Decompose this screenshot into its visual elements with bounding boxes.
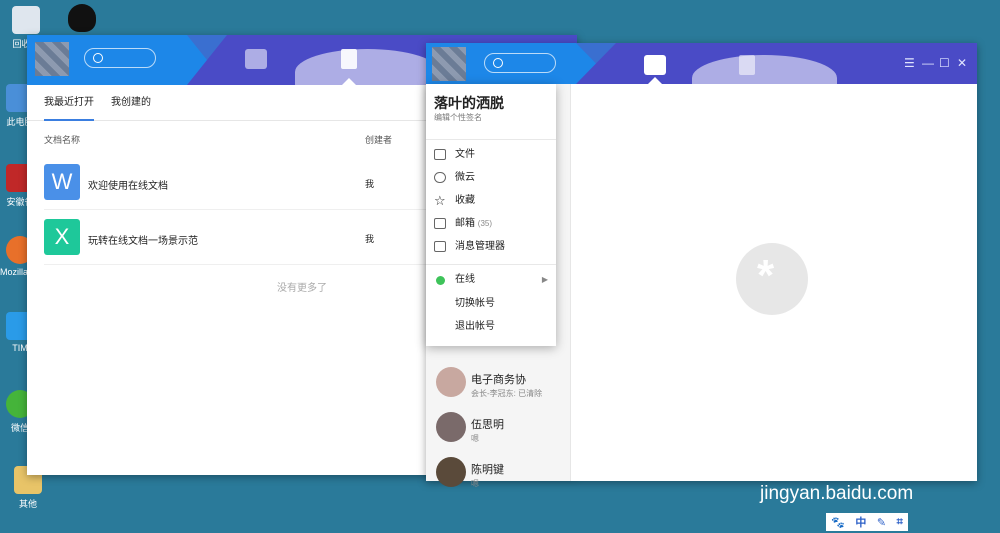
divider: [426, 264, 556, 265]
tim-window-header: ☰ — ☐ ✕: [426, 43, 977, 84]
contact-name: 伍思明: [471, 419, 504, 431]
chat-tab-icon[interactable]: [245, 49, 267, 69]
desktop-icon-qq[interactable]: [62, 4, 102, 35]
menu-item-switch-account[interactable]: 切换帐号: [434, 294, 552, 314]
paw-icon[interactable]: 🐾: [831, 516, 845, 529]
profile-username: 落叶的洒脱: [434, 95, 504, 111]
maximize-button[interactable]: ☐: [939, 56, 950, 70]
close-button[interactable]: ✕: [957, 56, 967, 70]
contact-name: 陈明键: [471, 464, 504, 476]
search-input[interactable]: [84, 48, 156, 68]
list-item[interactable]: 伍思明 嗯: [426, 407, 571, 453]
doc-name: 欢迎使用在线文档: [88, 181, 168, 192]
folder-icon: [434, 149, 446, 160]
edit-signature-link[interactable]: 编辑个性签名: [434, 112, 482, 123]
menu-item-status[interactable]: 在线 ▶: [434, 270, 552, 290]
profile-menu: 落叶的洒脱 编辑个性签名 文件 微云 ☆ 收藏 邮箱 (35) 消息管理器 在线…: [426, 84, 556, 346]
divider: [426, 139, 556, 140]
user-avatar[interactable]: [35, 42, 69, 76]
excel-doc-icon: X: [44, 219, 80, 255]
menu-item-weiyun[interactable]: 微云: [434, 168, 552, 188]
mail-count: (35): [477, 219, 493, 228]
menu-item-logout[interactable]: 退出帐号: [434, 317, 552, 337]
menu-item-favorites[interactable]: ☆ 收藏: [434, 191, 552, 211]
search-icon: [93, 53, 103, 63]
menu-icon[interactable]: ☰: [904, 56, 915, 70]
contact-name: 电子商务协: [471, 374, 526, 386]
star-icon: ☆: [434, 193, 446, 208]
minimize-button[interactable]: —: [922, 56, 934, 70]
online-status-icon: [436, 276, 445, 285]
document-tab-icon[interactable]: [739, 55, 755, 75]
chat-tab-icon[interactable]: [644, 55, 666, 75]
doc-name: 玩转在线文档一场景示范: [88, 236, 198, 247]
mail-icon: [434, 218, 446, 229]
column-owner: 创建者: [365, 135, 393, 145]
tab-recent[interactable]: 我最近打开: [44, 85, 94, 121]
avatar: [436, 367, 466, 397]
search-icon: [493, 58, 503, 68]
list-item[interactable]: 电子商务协 会长-李冠东: 已清除: [426, 362, 571, 408]
tab-created[interactable]: 我创建的: [111, 85, 151, 121]
watermark-url: jingyan.baidu.com: [760, 483, 914, 504]
menu-item-files[interactable]: 文件: [434, 145, 552, 165]
document-tab-icon[interactable]: [341, 49, 357, 69]
contact-last-message: 会长-李冠东: 已清除: [471, 389, 543, 398]
contact-last-message: 嗯: [471, 479, 479, 488]
user-avatar[interactable]: [432, 47, 466, 81]
avatar: [436, 457, 466, 487]
crop-icon[interactable]: ⌗: [897, 516, 903, 529]
speaker-icon: [434, 241, 446, 252]
pen-icon[interactable]: ✎: [877, 516, 886, 529]
avatar: [436, 412, 466, 442]
doc-owner: 我: [365, 234, 375, 244]
ime-toolbar: 🐾 中 ✎ ⌗: [826, 513, 908, 531]
tim-logo-icon: *: [736, 243, 808, 315]
search-input[interactable]: [484, 53, 556, 73]
baidu-watermark: Bai du 经验 jingyan.baidu.com: [760, 420, 972, 505]
watermark-logo: Bai du 经验: [760, 431, 972, 473]
list-item[interactable]: 陈明键 嗯: [426, 452, 571, 498]
column-name: 文档名称: [44, 135, 81, 145]
doc-owner: 我: [365, 179, 375, 189]
ime-mode-button[interactable]: 中: [855, 514, 866, 530]
qq-penguin-icon: [68, 4, 96, 32]
word-doc-icon: W: [44, 164, 80, 200]
chevron-right-icon: ▶: [541, 275, 548, 284]
menu-item-mail[interactable]: 邮箱 (35): [434, 214, 552, 234]
cloud-icon: [434, 172, 446, 183]
menu-item-message-manager[interactable]: 消息管理器: [434, 237, 552, 257]
recycle-bin-icon: [12, 6, 40, 34]
contact-last-message: 嗯: [471, 434, 479, 443]
